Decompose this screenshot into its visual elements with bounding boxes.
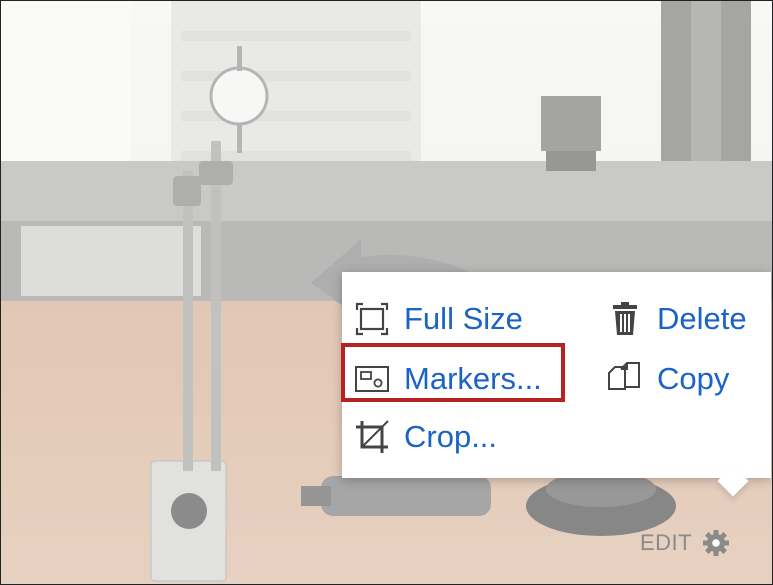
markers-label: Markers... bbox=[404, 361, 542, 396]
trash-icon bbox=[613, 302, 637, 335]
copy-icon bbox=[608, 362, 640, 390]
edit-label: EDIT bbox=[640, 530, 693, 555]
markers-icon bbox=[355, 366, 389, 392]
copy-button[interactable]: Copy bbox=[605, 354, 729, 404]
delete-button[interactable]: Delete bbox=[605, 294, 747, 344]
crop-icon bbox=[356, 420, 389, 453]
full-size-label: Full Size bbox=[404, 301, 523, 336]
gear-icon[interactable] bbox=[702, 529, 730, 557]
full-size-button[interactable]: Full Size bbox=[352, 294, 523, 344]
crop-label: Crop... bbox=[404, 419, 498, 454]
copy-label: Copy bbox=[657, 361, 730, 396]
crop-button[interactable]: Crop... bbox=[352, 412, 497, 462]
full-size-icon bbox=[355, 302, 389, 336]
delete-label: Delete bbox=[657, 301, 747, 336]
markers-button[interactable]: Markers... bbox=[352, 354, 542, 404]
edit-bar[interactable]: EDIT bbox=[640, 528, 730, 558]
